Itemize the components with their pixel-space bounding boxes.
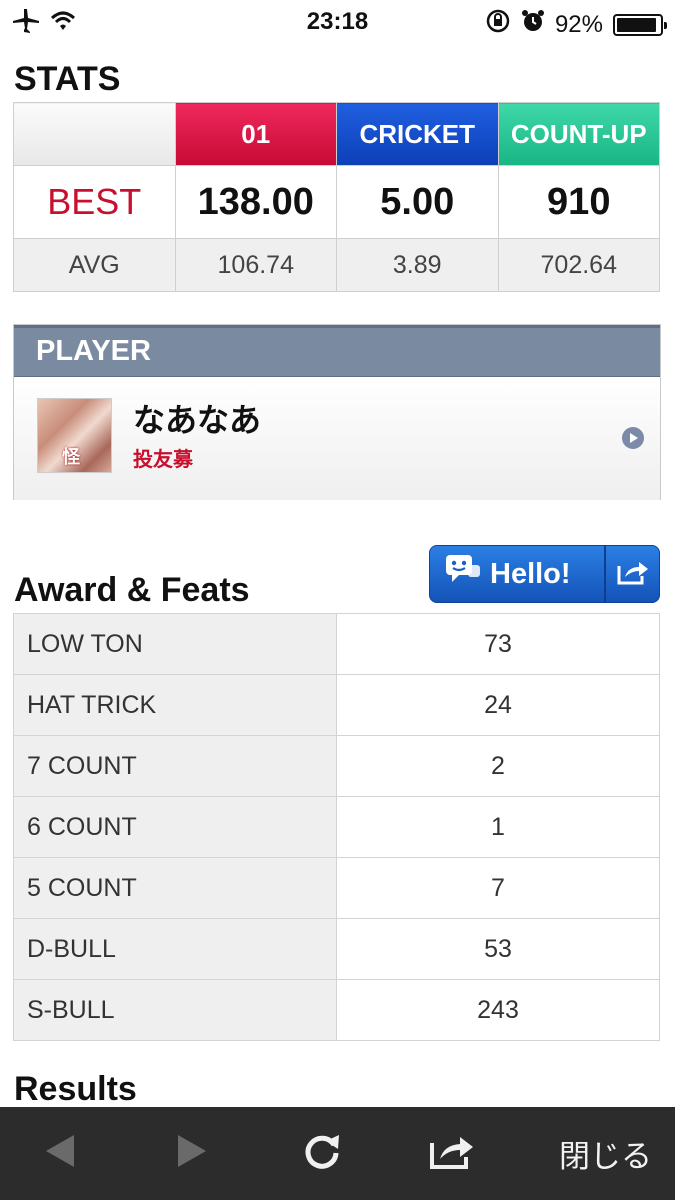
results-title: Results xyxy=(14,1070,137,1108)
hello-label: Hello! xyxy=(490,557,571,590)
best-count-up-value: 910 xyxy=(497,165,660,239)
rotation-lock-icon xyxy=(485,8,511,41)
table-row: D-BULL 53 xyxy=(13,918,660,980)
table-row: 5 COUNT 7 xyxy=(13,857,660,919)
stats-header-01: 01 xyxy=(174,102,337,166)
bottom-toolbar: 閉じる xyxy=(0,1107,675,1200)
stats-header-cricket: CRICKET xyxy=(336,102,499,166)
back-arrow-icon xyxy=(44,1134,76,1173)
award-value: 73 xyxy=(336,613,660,675)
forward-button[interactable] xyxy=(162,1107,222,1200)
award-label: 5 COUNT xyxy=(13,857,337,919)
player-row[interactable]: なあなあ 投友募 xyxy=(14,377,660,500)
table-row: 7 COUNT 2 xyxy=(13,735,660,797)
table-row: 6 COUNT 1 xyxy=(13,796,660,858)
back-button[interactable] xyxy=(30,1107,90,1200)
battery-icon xyxy=(613,13,667,36)
avg-count-up-value: 702.64 xyxy=(497,238,660,292)
best-label: BEST xyxy=(13,165,176,239)
player-panel: PLAYER なあなあ 投友募 xyxy=(13,324,661,500)
status-bar: 23:18 92% xyxy=(0,0,675,44)
award-label: HAT TRICK xyxy=(13,674,337,736)
table-row: HAT TRICK 24 xyxy=(13,674,660,736)
award-label: 6 COUNT xyxy=(13,796,337,858)
award-value: 1 xyxy=(336,796,660,858)
forward-arrow-icon xyxy=(176,1134,208,1173)
share-button[interactable] xyxy=(420,1107,484,1200)
hello-button[interactable]: Hello! xyxy=(429,545,660,603)
stats-table: 01 CRICKET COUNT-UP BEST 138.00 5.00 910… xyxy=(13,102,660,292)
award-label: 7 COUNT xyxy=(13,735,337,797)
reload-button[interactable] xyxy=(292,1107,352,1200)
award-value: 2 xyxy=(336,735,660,797)
award-label: S-BULL xyxy=(13,979,337,1041)
award-value: 53 xyxy=(336,918,660,980)
award-value: 243 xyxy=(336,979,660,1041)
award-value: 7 xyxy=(336,857,660,919)
avg-01-value: 106.74 xyxy=(174,238,337,292)
awards-table: LOW TON 73 HAT TRICK 24 7 COUNT 2 6 COUN… xyxy=(13,613,660,1041)
battery-percent: 92% xyxy=(554,10,603,38)
stats-header-count-up: COUNT-UP xyxy=(497,102,660,166)
award-label: D-BULL xyxy=(13,918,337,980)
player-tag: 投友募 xyxy=(133,449,193,471)
awards-title: Award & Feats xyxy=(14,571,250,609)
share-icon xyxy=(428,1131,476,1176)
avg-label: AVG xyxy=(13,238,176,292)
avatar xyxy=(37,398,112,473)
player-header: PLAYER xyxy=(14,325,660,377)
close-button[interactable]: 閉じる xyxy=(548,1107,663,1200)
best-cricket-value: 5.00 xyxy=(336,165,499,239)
chevron-right-icon[interactable] xyxy=(622,427,644,449)
reload-icon xyxy=(300,1129,344,1178)
alarm-icon xyxy=(521,8,545,41)
stats-title: STATS xyxy=(14,60,121,98)
share-icon xyxy=(616,558,650,591)
best-01-value: 138.00 xyxy=(174,165,337,239)
avg-cricket-value: 3.89 xyxy=(336,238,499,292)
battery-level xyxy=(617,17,656,32)
award-label: LOW TON xyxy=(13,613,337,675)
table-row: S-BULL 243 xyxy=(13,979,660,1041)
hello-share-button[interactable] xyxy=(604,546,659,602)
chat-bubble-icon xyxy=(444,553,482,595)
stats-header-blank xyxy=(13,102,176,166)
award-value: 24 xyxy=(336,674,660,736)
player-name: なあなあ xyxy=(133,402,262,438)
table-row: LOW TON 73 xyxy=(13,613,660,675)
